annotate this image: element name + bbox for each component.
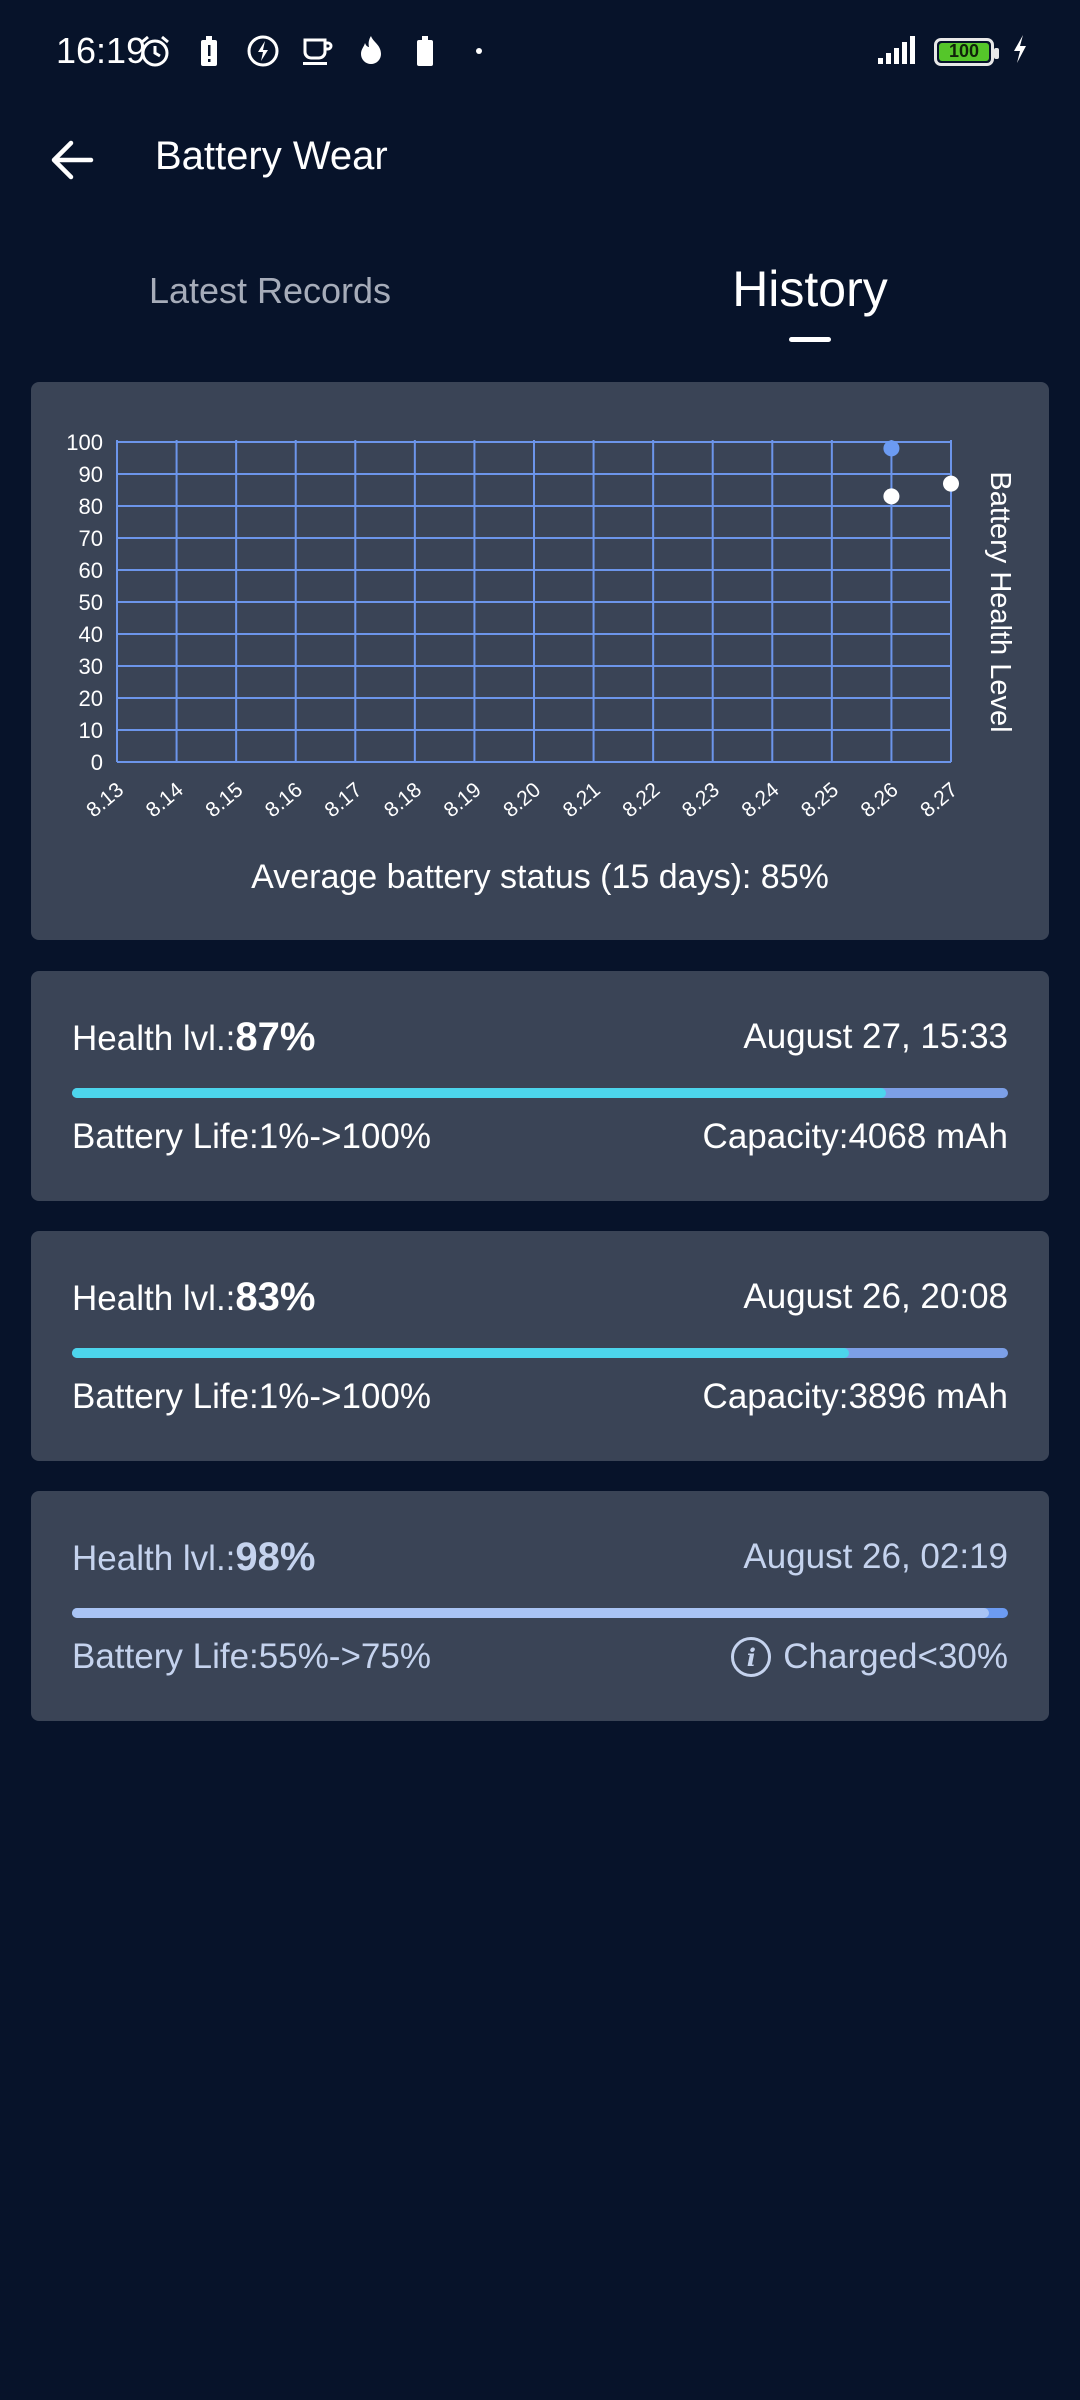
back-button[interactable] bbox=[40, 128, 104, 192]
record-card[interactable]: Health lvl.:83% August 26, 20:08 Battery L… bbox=[31, 1231, 1049, 1461]
battery-alert-icon bbox=[192, 34, 226, 68]
health-progress-bar bbox=[72, 1608, 1008, 1618]
x-tick-label: 8.14 bbox=[142, 778, 188, 822]
y-tick-label: 70 bbox=[79, 526, 103, 551]
data-point bbox=[883, 440, 900, 457]
record-card[interactable]: Health lvl.:98% August 26, 02:19 Battery L… bbox=[31, 1491, 1049, 1721]
status-system-icons: 100 bbox=[878, 34, 1028, 69]
signal-icon bbox=[878, 34, 922, 69]
health-progress-bar bbox=[72, 1348, 1008, 1358]
y-tick-label: 0 bbox=[91, 750, 103, 775]
capacity-text: Capacity:4068 mAh bbox=[702, 1117, 1008, 1156]
battery-level-text: 100 bbox=[948, 41, 980, 61]
x-tick-label: 8.27 bbox=[916, 778, 962, 822]
status-time: 16:19 bbox=[56, 30, 147, 71]
x-tick-label: 8.24 bbox=[737, 778, 783, 822]
health-level: Health lvl.:87% bbox=[72, 1015, 315, 1060]
coffee-icon bbox=[300, 34, 334, 68]
y-axis-label: Battery Health Level bbox=[984, 471, 1016, 732]
tab-indicator bbox=[789, 337, 831, 342]
x-tick-label: 8.23 bbox=[678, 778, 724, 822]
health-level: Health lvl.:98% bbox=[72, 1535, 315, 1580]
page-title: Battery Wear bbox=[155, 134, 388, 178]
record-date: August 26, 02:19 bbox=[743, 1537, 1008, 1576]
health-progress-fill bbox=[72, 1088, 887, 1098]
y-tick-label: 60 bbox=[79, 558, 103, 583]
record-date: August 27, 15:33 bbox=[743, 1017, 1008, 1056]
x-tick-label: 8.26 bbox=[857, 778, 903, 822]
record-card[interactable]: Health lvl.:87% August 27, 15:33 Battery L… bbox=[31, 971, 1049, 1201]
charging-bolt-icon bbox=[1012, 34, 1028, 69]
tab-history[interactable]: History bbox=[600, 260, 1020, 318]
health-value: 98% bbox=[235, 1535, 316, 1579]
y-tick-label: 50 bbox=[79, 590, 103, 615]
health-value: 87% bbox=[235, 1015, 316, 1059]
y-tick-label: 30 bbox=[79, 654, 103, 679]
x-tick-label: 8.22 bbox=[618, 778, 664, 822]
capacity-text: Capacity:3896 mAh bbox=[702, 1377, 1008, 1416]
health-label: Health lvl.: bbox=[72, 1279, 236, 1318]
x-tick-label: 8.13 bbox=[82, 778, 128, 822]
health-value: 83% bbox=[235, 1275, 316, 1319]
arrow-left-icon bbox=[51, 140, 94, 180]
y-tick-label: 40 bbox=[79, 622, 103, 647]
status-bar: 16:19 100 bbox=[0, 0, 1080, 110]
battery-life: Battery Life:1%->100% bbox=[72, 1377, 431, 1416]
data-point bbox=[943, 475, 959, 492]
app-bar: Battery Wear bbox=[0, 110, 1080, 200]
tab-bar: Latest Records History bbox=[0, 240, 1080, 360]
y-tick-label: 80 bbox=[79, 494, 103, 519]
tab-latest-records[interactable]: Latest Records bbox=[60, 270, 480, 312]
record-capacity: Capacity:4068 mAh bbox=[703, 1117, 1008, 1157]
record-date: August 26, 20:08 bbox=[743, 1277, 1008, 1316]
alarm-icon bbox=[138, 34, 172, 68]
health-label: Health lvl.: bbox=[72, 1019, 236, 1058]
battery-life: Battery Life:55%->75% bbox=[72, 1637, 431, 1676]
record-capacity: Capacity:3896 mAh bbox=[703, 1377, 1008, 1417]
battery-life: Battery Life:1%->100% bbox=[72, 1117, 431, 1156]
x-tick-label: 8.21 bbox=[559, 778, 605, 822]
x-tick-label: 8.16 bbox=[261, 778, 307, 822]
average-battery-status: Average battery status (15 days): 85% bbox=[251, 858, 829, 896]
data-point bbox=[883, 488, 900, 505]
health-progress-bar bbox=[72, 1088, 1008, 1098]
health-progress-fill bbox=[72, 1348, 849, 1358]
flame-icon bbox=[354, 34, 388, 68]
health-progress-fill bbox=[72, 1608, 990, 1618]
x-tick-label: 8.19 bbox=[440, 778, 486, 822]
status-notification-icons bbox=[138, 34, 496, 68]
info-icon[interactable]: i bbox=[731, 1637, 772, 1677]
flash-icon bbox=[246, 34, 280, 68]
record-capacity: i Charged<30% bbox=[731, 1637, 1008, 1677]
capacity-text: Charged<30% bbox=[783, 1637, 1008, 1676]
history-chart-card: 0 10 20 30 40 50 60 70 80 90 100 8.13 8.14 8.15 8.16 8.… bbox=[31, 382, 1049, 940]
y-tick-label: 20 bbox=[79, 686, 103, 711]
battery-level-indicator: 100 bbox=[934, 37, 999, 66]
x-tick-label: 8.20 bbox=[499, 778, 545, 822]
x-tick-label: 8.25 bbox=[797, 778, 843, 822]
health-history-chart: 0 10 20 30 40 50 60 70 80 90 100 8.13 8.14 8.15 8.16 8.… bbox=[66, 430, 1016, 822]
battery-icon bbox=[408, 34, 442, 68]
x-tick-label: 8.17 bbox=[320, 778, 366, 822]
y-tick-label: 100 bbox=[66, 430, 103, 455]
x-tick-label: 8.18 bbox=[380, 778, 426, 822]
dot-icon bbox=[462, 34, 496, 68]
health-level: Health lvl.:83% bbox=[72, 1275, 315, 1320]
x-tick-label: 8.15 bbox=[201, 778, 247, 822]
y-tick-label: 90 bbox=[79, 462, 103, 487]
screen: 16:19 100 Battery Wear Latest Records Hi… bbox=[0, 0, 1080, 2400]
y-tick-label: 10 bbox=[79, 718, 103, 743]
health-label: Health lvl.: bbox=[72, 1539, 236, 1578]
